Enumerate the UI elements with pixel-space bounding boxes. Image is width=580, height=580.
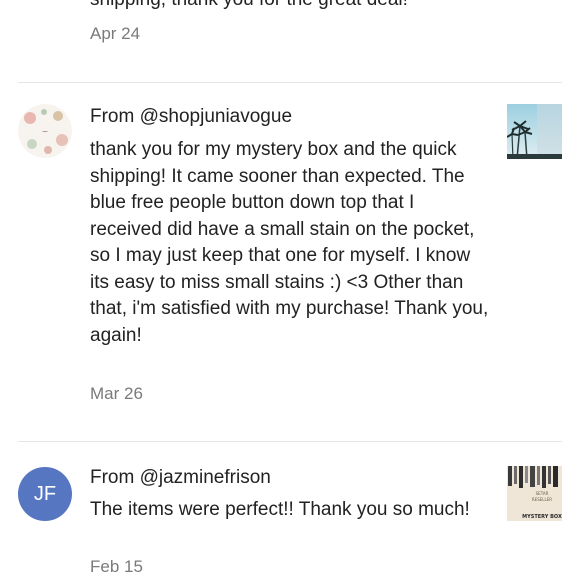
review-date: Mar 26 — [90, 384, 143, 403]
review-author[interactable]: From @shopjuniavogue — [90, 106, 292, 128]
floral-logo-icon: ~ — [18, 104, 72, 158]
divider — [18, 82, 562, 83]
review-text: thank you for my mystery box and the qui… — [90, 139, 489, 346]
listing-thumbnail[interactable] — [507, 104, 562, 159]
review-author[interactable]: From @jazminefrison — [90, 467, 271, 489]
avatar-initials: JF — [33, 482, 57, 505]
thumb-text-line: MYSTERY BOX — [522, 514, 562, 520]
thumb-text-line: SETAR — [536, 491, 549, 496]
thumb-text-line: RESELLER — [532, 497, 552, 502]
mystery-box-image-icon: SETAR RESELLER MYSTERY BOX — [507, 466, 562, 521]
review-date: Apr 24 — [90, 24, 141, 43]
avatar[interactable]: ~ — [18, 104, 72, 158]
review-text: shipping, thank you for the great deal! — [90, 0, 408, 11]
listing-thumbnail[interactable]: SETAR RESELLER MYSTERY BOX — [507, 466, 562, 521]
divider — [18, 441, 562, 442]
svg-text:~: ~ — [42, 127, 49, 136]
review-text: The items were perfect!! Thank you so mu… — [90, 499, 470, 520]
palm-trees-image-icon — [507, 104, 562, 159]
review-date: Feb 15 — [90, 557, 143, 576]
avatar[interactable]: JF — [18, 467, 72, 521]
